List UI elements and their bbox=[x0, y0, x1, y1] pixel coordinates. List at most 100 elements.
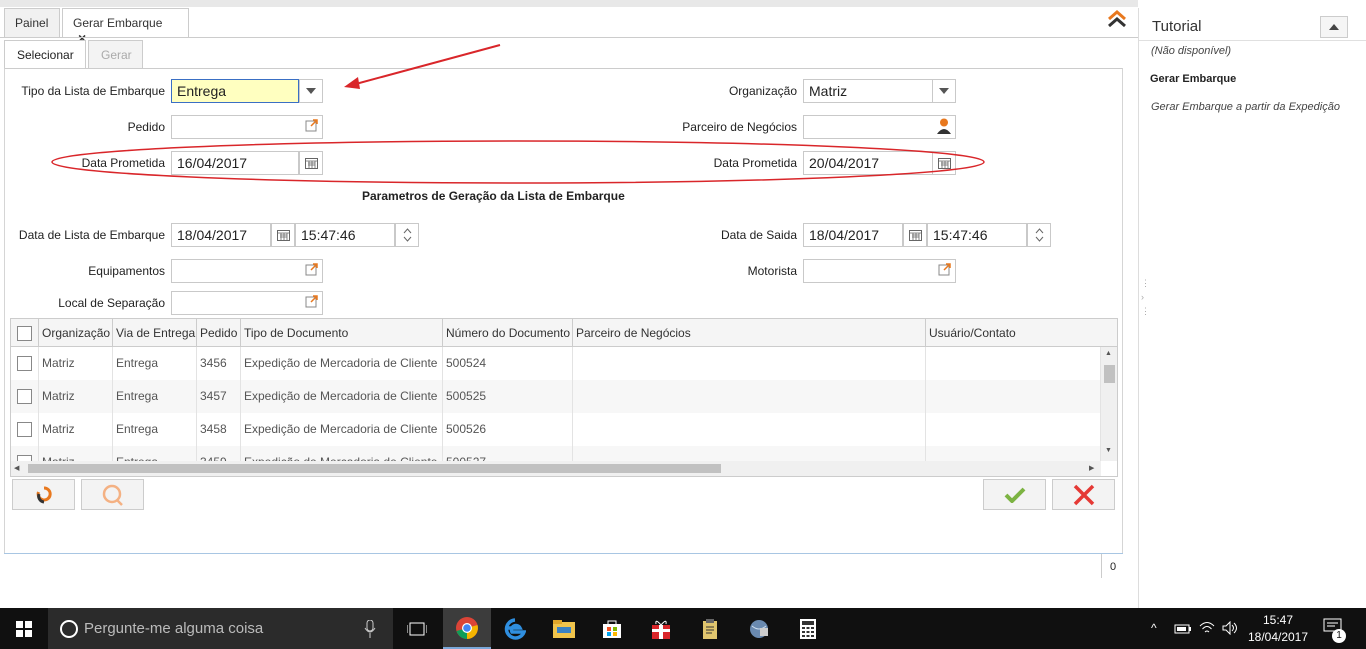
cell-parceiro bbox=[573, 380, 926, 413]
col-usuario[interactable]: Usuário/Contato bbox=[926, 319, 1117, 347]
wifi-icon[interactable] bbox=[1199, 621, 1215, 635]
zoom-button[interactable] bbox=[81, 479, 144, 510]
data-saida-time[interactable]: 15:47:46 bbox=[927, 223, 1027, 247]
tutorial-panel: Tutorial (Não disponível) Gerar Embarque… bbox=[1138, 8, 1366, 608]
table-row[interactable]: Matriz Entrega 3456 Expedição de Mercadoria… bbox=[11, 347, 1101, 380]
row-checkbox[interactable] bbox=[17, 356, 32, 371]
cell-via-entrega: Entrega bbox=[113, 413, 197, 446]
calendar-icon[interactable] bbox=[903, 223, 927, 247]
scroll-left-icon[interactable]: ◀ bbox=[14, 464, 19, 472]
calculator-taskbar-button[interactable] bbox=[784, 608, 832, 649]
data-lista-time[interactable]: 15:47:46 bbox=[295, 223, 395, 247]
col-organizacao[interactable]: Organização bbox=[39, 319, 113, 347]
open-link-icon[interactable] bbox=[305, 263, 318, 279]
explorer-taskbar-button[interactable] bbox=[540, 608, 588, 649]
tab-gerar-embarque[interactable]: Gerar Embarque × bbox=[62, 8, 189, 46]
cell-usuario bbox=[926, 347, 1101, 380]
col-via-entrega[interactable]: Via de Entrega bbox=[113, 319, 197, 347]
horizontal-scrollbar[interactable]: ◀ ▶ bbox=[11, 461, 1101, 476]
volume-icon[interactable] bbox=[1222, 621, 1240, 635]
cell-pedido: 3458 bbox=[197, 413, 241, 446]
notifications-button[interactable]: 1 bbox=[1323, 618, 1349, 643]
tutorial-status: (Não disponível) bbox=[1151, 45, 1232, 57]
grid-header: Organização Via de Entrega Pedido Tipo d… bbox=[11, 319, 1117, 347]
refresh-icon bbox=[36, 485, 52, 503]
time-spinner[interactable] bbox=[1027, 223, 1051, 247]
scroll-right-icon[interactable]: ▶ bbox=[1089, 464, 1094, 472]
data-lista-label: Data de Lista de Embarque bbox=[18, 228, 165, 242]
person-icon[interactable] bbox=[937, 118, 951, 137]
row-select-cell bbox=[11, 413, 39, 446]
data-lista-date[interactable]: 18/04/2017 bbox=[171, 223, 271, 247]
ok-button[interactable] bbox=[983, 479, 1046, 510]
battery-icon[interactable] bbox=[1174, 623, 1192, 635]
row-checkbox[interactable] bbox=[17, 389, 32, 404]
chevron-down-icon[interactable] bbox=[299, 79, 323, 103]
vertical-scrollbar[interactable]: ▲ ▼ bbox=[1101, 347, 1117, 461]
cell-parceiro bbox=[573, 413, 926, 446]
local-label: Local de Separação bbox=[58, 296, 165, 310]
local-field[interactable] bbox=[171, 291, 323, 315]
data-saida-date[interactable]: 18/04/2017 bbox=[803, 223, 903, 247]
org-label: Organização bbox=[728, 84, 797, 98]
col-parceiro[interactable]: Parceiro de Negócios bbox=[573, 319, 926, 347]
select-all-cell bbox=[11, 319, 39, 347]
pedido-field[interactable] bbox=[171, 115, 323, 139]
scroll-thumb[interactable] bbox=[1104, 365, 1115, 383]
cell-pedido: 3456 bbox=[197, 347, 241, 380]
col-numero-documento[interactable]: Número do Documento bbox=[443, 319, 573, 347]
motorista-field[interactable] bbox=[803, 259, 956, 283]
gift-icon bbox=[652, 620, 670, 639]
splitter-handle[interactable]: ⋮ › ⋮ bbox=[1141, 276, 1150, 318]
tutorial-collapse-button[interactable] bbox=[1320, 16, 1348, 38]
refresh-button[interactable] bbox=[12, 479, 75, 510]
table-row[interactable]: Matriz Entrega 3458 Expedição de Mercadoria… bbox=[11, 413, 1101, 446]
table-row[interactable]: Matriz Entrega 3457 Expedição de Mercadoria… bbox=[11, 380, 1101, 413]
tutorial-heading: Gerar Embarque bbox=[1150, 73, 1237, 85]
tab-selecionar[interactable]: Selecionar bbox=[4, 40, 86, 70]
open-link-icon[interactable] bbox=[938, 263, 951, 279]
clock-time[interactable]: 15:47 bbox=[1246, 613, 1310, 627]
close-icon bbox=[1073, 484, 1094, 505]
edge-taskbar-button[interactable] bbox=[491, 608, 539, 649]
gift-taskbar-button[interactable] bbox=[637, 608, 685, 649]
tab-gerar[interactable]: Gerar bbox=[88, 40, 143, 69]
parceiro-field[interactable] bbox=[803, 115, 956, 139]
cancel-button[interactable] bbox=[1052, 479, 1115, 510]
chevron-down-icon[interactable] bbox=[932, 79, 956, 103]
clock-date[interactable]: 18/04/2017 bbox=[1246, 630, 1310, 644]
windows-taskbar: Pergunte-me alguma coisa ^ 15:47 18/04/2… bbox=[0, 608, 1366, 649]
collapse-up-icon[interactable] bbox=[1104, 10, 1130, 32]
tab-label: Gerar Embarque bbox=[73, 16, 163, 30]
search-box[interactable]: Pergunte-me alguma coisa bbox=[48, 608, 393, 649]
chrome-taskbar-button[interactable] bbox=[443, 608, 491, 649]
equip-field[interactable] bbox=[171, 259, 323, 283]
search-placeholder: Pergunte-me alguma coisa bbox=[84, 620, 264, 637]
col-tipo-documento[interactable]: Tipo de Documento bbox=[241, 319, 443, 347]
microphone-icon[interactable] bbox=[364, 620, 376, 638]
chevron-up-icon[interactable]: ^ bbox=[1151, 621, 1157, 635]
scroll-up-icon[interactable]: ▲ bbox=[1105, 350, 1112, 357]
check-icon bbox=[1004, 487, 1025, 503]
col-pedido[interactable]: Pedido bbox=[197, 319, 241, 347]
store-icon bbox=[603, 620, 621, 638]
network-app-taskbar-button[interactable] bbox=[735, 608, 783, 649]
select-all-checkbox[interactable] bbox=[17, 326, 32, 341]
row-checkbox[interactable] bbox=[17, 422, 32, 437]
open-link-icon[interactable] bbox=[305, 119, 318, 135]
time-spinner[interactable] bbox=[395, 223, 419, 247]
search-icon bbox=[102, 484, 123, 506]
open-link-icon[interactable] bbox=[305, 295, 318, 311]
equip-label: Equipamentos bbox=[88, 264, 165, 278]
scroll-thumb[interactable] bbox=[28, 464, 721, 473]
start-button[interactable] bbox=[0, 608, 48, 649]
scroll-down-icon[interactable]: ▼ bbox=[1105, 447, 1112, 454]
store-taskbar-button[interactable] bbox=[588, 608, 636, 649]
tipo-select[interactable]: Entrega bbox=[171, 79, 299, 103]
cell-numero-documento: 500526 bbox=[443, 413, 573, 446]
calendar-icon[interactable] bbox=[271, 223, 295, 247]
tab-painel[interactable]: Painel bbox=[4, 8, 60, 37]
task-view-button[interactable] bbox=[393, 608, 441, 649]
clipboard-taskbar-button[interactable] bbox=[686, 608, 734, 649]
org-select[interactable]: Matriz bbox=[803, 79, 933, 103]
